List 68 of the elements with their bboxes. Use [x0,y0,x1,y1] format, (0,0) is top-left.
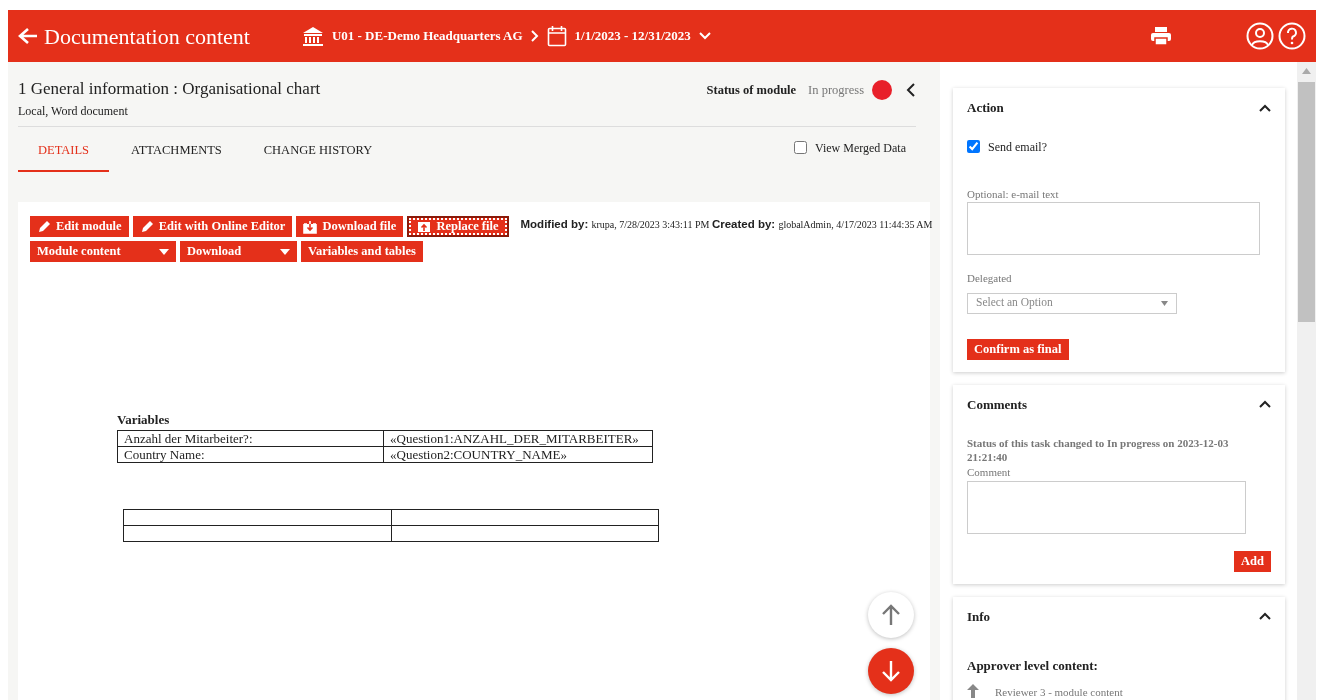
reviewer-text: Reviewer 3 - module content [995,684,1123,700]
table-cell: «Question1:ANZAHL_DER_MITARBEITER» [383,430,653,447]
arrow-up-icon [881,604,901,627]
field-label: Delegated [967,271,1013,286]
send-email-checkbox[interactable] [967,140,980,153]
back-arrow-icon[interactable] [18,27,38,45]
building-icon [301,26,324,46]
tab[interactable]: CHANGE HISTORY [243,134,393,171]
organisation-name[interactable]: U01 - DE-Demo Headquarters AG [331,26,523,46]
status-label: Status of module [706,81,797,99]
help-icon[interactable] [1278,22,1306,50]
add-button[interactable]: Add [1234,550,1271,572]
comment-field[interactable] [967,480,1246,534]
pencil-icon [37,219,51,234]
scrollbar-thumb[interactable] [1298,82,1315,322]
toolbar-button[interactable]: Edit module [30,216,129,238]
page-title: Documentation content [44,22,250,51]
calendar-icon[interactable] [546,25,567,47]
caret-down-icon [159,248,169,255]
arrow-down-icon [881,660,901,683]
status-change-text: Status of this task changed to In progress on 2023-12-03 21:21:40 [967,436,1230,465]
email-text-field[interactable] [967,202,1260,255]
view-merged-checkbox[interactable] [793,141,807,154]
module-subtitle: Local, Word document [18,102,129,120]
variables-heading: Variables [117,411,171,430]
upload-icon [417,219,432,234]
chevron-left-icon[interactable] [906,83,916,97]
toolbar-button[interactable]: Edit with Online Editor [132,216,293,238]
toolbar-button[interactable]: Download file [296,216,404,238]
toolbar-button[interactable]: Download [180,241,297,263]
caret-down-icon [1161,300,1168,306]
toolbar-button[interactable]: Replace file [407,216,509,238]
scroll-up-button[interactable] [868,592,914,639]
date-range[interactable]: 1/1/2023 - 12/31/2023 [574,26,691,46]
caret-down-icon [280,248,290,255]
table-cell: «Question2:COUNTRY_NAME» [383,446,653,463]
field-label: Optional: e-mail text [967,186,1060,202]
field-label: Comment [967,465,1012,481]
toolbar-button[interactable]: Variables and tables [301,241,423,263]
scroll-down-button[interactable] [868,648,914,695]
scrollbar[interactable] [1297,62,1316,700]
approver-heading: Approver level content: [967,657,1099,676]
tab[interactable]: ATTACHMENTS [111,134,242,171]
module-title: 1 General information : Organisational chart [18,78,322,100]
user-icon[interactable] [1246,22,1274,50]
toolbar-button[interactable]: Module content [30,241,176,263]
modification-info: Modified by: krupa, 7/28/2023 3:43:11 PM Created by: globalAdmin, 4/17/2023 11:44:35 AM [520,217,933,233]
chevron-up-icon[interactable] [1259,103,1271,112]
download-icon [303,219,318,234]
table-cell: Country Name: [117,446,384,463]
table-cell: Anzahl der Mitarbeiter?: [117,430,384,447]
printer-icon[interactable] [1150,26,1172,46]
status-dot [872,80,892,100]
delegated-select[interactable]: Select an Option [967,292,1177,314]
chevron-down-icon[interactable] [698,32,711,40]
send-email-label[interactable]: Send email? [988,137,1047,156]
tab[interactable]: DETAILS [18,134,110,173]
status-value: In progress [808,81,864,99]
chevron-up-icon[interactable] [1259,612,1271,621]
arrow-up-icon [967,683,979,698]
chevron-up-icon[interactable] [1259,400,1271,409]
panel-title: Action [967,99,1004,117]
panel-title: Info [967,607,991,626]
confirm-button[interactable]: Confirm as final [967,338,1069,360]
pencil-icon [139,219,154,234]
view-merged-label[interactable]: View Merged Data [814,138,906,157]
chevron-right-icon[interactable] [530,30,539,42]
panel-title: Comments [967,395,1027,414]
